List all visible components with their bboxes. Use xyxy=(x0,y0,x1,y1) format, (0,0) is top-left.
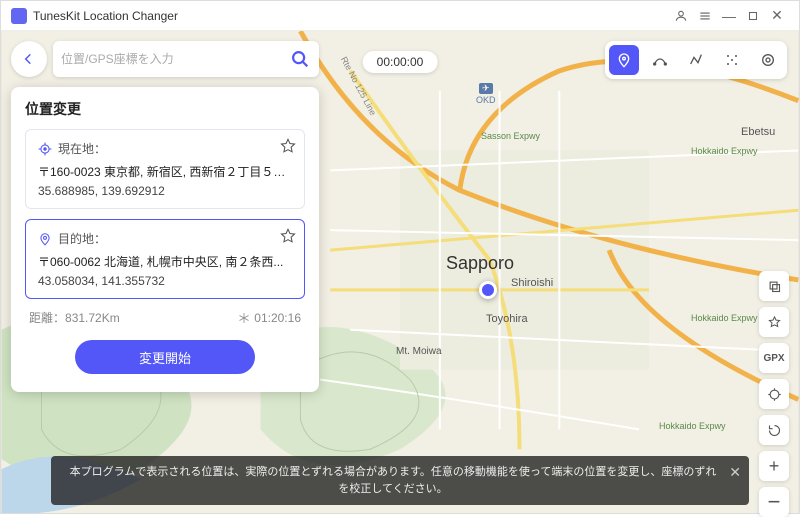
tool-gpx-button[interactable]: GPX xyxy=(759,343,789,373)
mode-multi-spot-button[interactable] xyxy=(681,45,711,75)
current-coords: 35.688985, 139.692912 xyxy=(38,184,292,198)
mode-teleport-button[interactable] xyxy=(609,45,639,75)
search-box[interactable] xyxy=(53,41,319,77)
map-label-ebetsu: Ebetsu xyxy=(741,126,775,138)
menu-icon[interactable] xyxy=(693,4,717,28)
favorite-destination-icon[interactable] xyxy=(280,228,296,244)
tool-layers-button[interactable] xyxy=(759,271,789,301)
pin-icon xyxy=(38,232,52,246)
distance-text: 距離：831.72Km xyxy=(29,309,120,326)
tool-favorites-button[interactable] xyxy=(759,307,789,337)
snowflake-icon xyxy=(238,312,250,324)
mode-two-spot-button[interactable] xyxy=(645,45,675,75)
map-label-hokkaido3: Hokkaido Expwy xyxy=(659,421,726,431)
tool-locate-button[interactable] xyxy=(759,379,789,409)
location-pin-icon xyxy=(479,281,497,299)
notice-text: 本プログラムで表示される位置は、実際の位置とずれる場合があります。任意の移動機能… xyxy=(70,466,717,495)
timer-display: 00:00:00 xyxy=(363,51,438,73)
minimize-button[interactable]: ― xyxy=(717,4,741,28)
search-input[interactable] xyxy=(61,52,289,66)
favorite-current-icon[interactable] xyxy=(280,138,296,154)
back-button[interactable] xyxy=(11,41,47,77)
map-label-toyohira: Toyohira xyxy=(486,313,528,325)
left-panel: 位置変更 現在地： 〒160-0023 東京都, 新宿区, 西新宿２丁目５番, … xyxy=(11,41,319,392)
zoom-in-button[interactable]: + xyxy=(759,451,789,481)
current-location-box[interactable]: 現在地： 〒160-0023 東京都, 新宿区, 西新宿２丁目５番, Ja...… xyxy=(25,129,305,209)
current-location-label: 現在地： xyxy=(58,140,106,157)
map-label-airport: ✈OKD xyxy=(476,83,496,105)
map-label-sasson: Sasson Expwy xyxy=(481,131,540,141)
search-icon[interactable] xyxy=(289,48,311,70)
current-address: 〒160-0023 東京都, 新宿区, 西新宿２丁目５番, Ja... xyxy=(38,163,292,180)
app-logo-icon xyxy=(11,8,27,24)
close-button[interactable]: ✕ xyxy=(765,4,789,28)
tool-reset-button[interactable] xyxy=(759,415,789,445)
account-icon[interactable] xyxy=(669,4,693,28)
map-tools: GPX + − xyxy=(759,271,789,517)
map-label-moiwa: Mt. Moiwa xyxy=(396,346,442,357)
mode-toolbar xyxy=(605,41,787,79)
location-change-card: 位置変更 現在地： 〒160-0023 東京都, 新宿区, 西新宿２丁目５番, … xyxy=(11,87,319,392)
destination-address: 〒060-0062 北海道, 札幌市中央区, 南２条西... xyxy=(38,253,292,270)
destination-location-box[interactable]: 目的地： 〒060-0062 北海道, 札幌市中央区, 南２条西... 43.0… xyxy=(25,219,305,299)
crosshair-icon xyxy=(38,142,52,156)
destination-coords: 43.058034, 141.355732 xyxy=(38,274,292,288)
eta-text: 01:20:16 xyxy=(238,311,301,325)
panel-title: 位置変更 xyxy=(25,99,305,119)
zoom-out-button[interactable]: − xyxy=(759,487,789,517)
title-bar: TunesKit Location Changer ― ✕ xyxy=(1,1,799,31)
map-label-shiroishi: Shiroishi xyxy=(511,277,553,289)
start-change-button[interactable]: 変更開始 xyxy=(75,340,255,374)
mode-joystick-button[interactable] xyxy=(717,45,747,75)
maximize-button[interactable] xyxy=(741,4,765,28)
map-label-sapporo: Sapporo xyxy=(446,253,514,274)
notice-close-button[interactable]: ✕ xyxy=(729,462,741,483)
app-title: TunesKit Location Changer xyxy=(33,9,669,23)
notice-bar: 本プログラムで表示される位置は、実際の位置とずれる場合があります。任意の移動機能… xyxy=(51,456,749,505)
destination-label: 目的地： xyxy=(58,230,106,247)
map-label-hokkaido1: Hokkaido Expwy xyxy=(691,146,758,156)
map-label-hokkaido2: Hokkaido Expwy xyxy=(691,313,758,323)
mode-jump-button[interactable] xyxy=(753,45,783,75)
